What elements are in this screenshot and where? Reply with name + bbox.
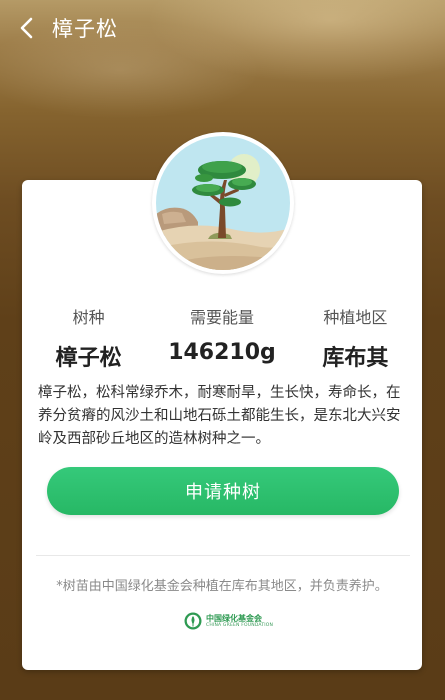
apply-plant-tree-button[interactable]: 申请种树 [47, 467, 399, 515]
footnote: *树苗由中国绿化基金会种植在库布其地区，并负责养护。 [56, 579, 388, 594]
stat-species: 树种 樟子松 [22, 306, 155, 372]
tree-description: 樟子松，松科常绿乔木，耐寒耐旱，生长快，寿命长，在养分贫瘠的风沙土和山地石砾土都… [38, 385, 401, 447]
page-title: 樟子松 [52, 17, 118, 41]
chevron-left-icon [20, 17, 33, 39]
foundation-name-cn: 中国绿化基金会 [206, 613, 262, 623]
pine-tree-illustration [156, 136, 290, 270]
stat-region: 种植地区 库布其 [289, 306, 422, 372]
tree-stats: 树种 樟子松 需要能量 146210g 种植地区 库布其 [22, 306, 422, 372]
stat-species-value: 樟子松 [55, 346, 122, 371]
stat-region-label: 种植地区 [323, 308, 388, 327]
back-button[interactable] [10, 11, 44, 45]
top-bar: 樟子松 [0, 0, 445, 56]
foundation-logo: 中国绿化基金会 CHINA GREEN FOUNDATION [184, 612, 273, 630]
stat-energy: 需要能量 146210g [155, 306, 288, 372]
stat-energy-value: 146210g [168, 340, 276, 365]
stat-region-value: 库布其 [322, 346, 389, 371]
foundation-name-en: CHINA GREEN FOUNDATION [206, 622, 274, 628]
divider [36, 555, 410, 556]
tree-avatar [152, 132, 294, 274]
stat-energy-label: 需要能量 [189, 308, 254, 327]
stat-species-label: 树种 [72, 308, 105, 327]
foundation-logo-icon [184, 612, 202, 630]
